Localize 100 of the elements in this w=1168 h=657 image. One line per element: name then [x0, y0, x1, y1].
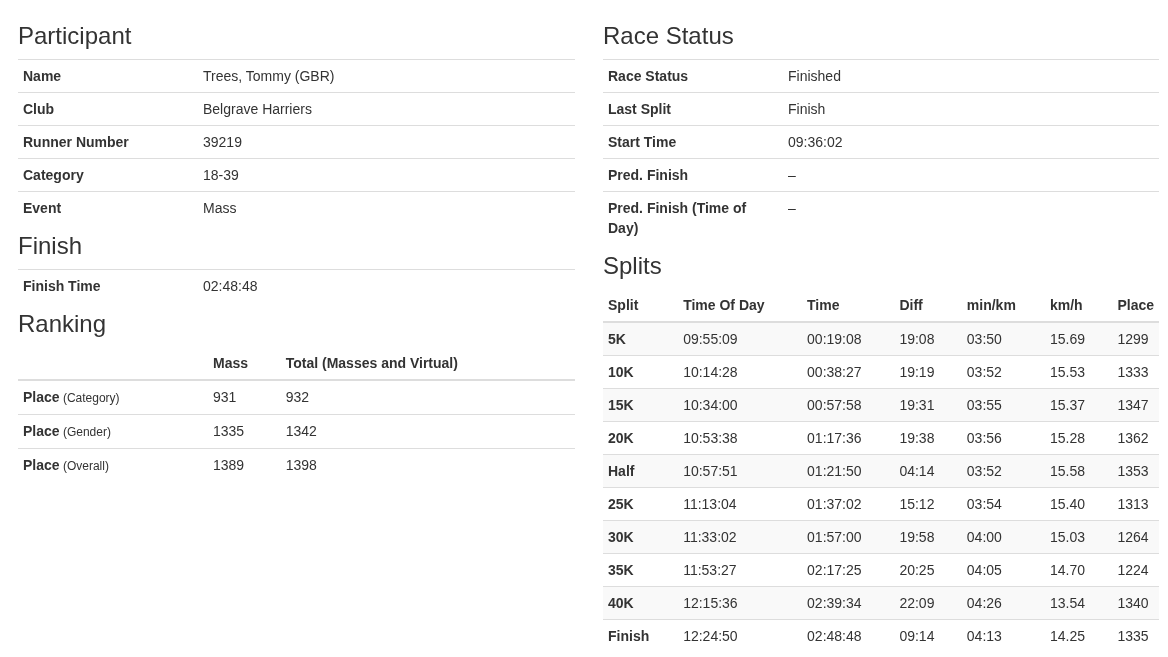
table-cell: 1347 — [1112, 388, 1159, 422]
table-cell: 1264 — [1112, 520, 1159, 554]
table-cell: 5K — [603, 322, 679, 356]
table-cell: 02:39:34 — [802, 586, 895, 620]
row-label: Place (Overall) — [18, 448, 208, 482]
table-cell: 02:17:25 — [802, 553, 895, 587]
field-value: 18-39 — [198, 158, 575, 192]
table-cell: 04:26 — [961, 586, 1045, 620]
field-value: 02:48:48 — [198, 269, 575, 302]
table-cell: 01:21:50 — [802, 454, 895, 488]
field-label: Finish Time — [18, 269, 198, 302]
table-cell: 10K — [603, 355, 679, 389]
table-cell: Finish — [603, 619, 679, 652]
table-cell: 00:19:08 — [802, 322, 895, 356]
table-cell: 04:13 — [961, 619, 1045, 652]
table-cell: 02:48:48 — [802, 619, 895, 652]
field-value: – — [783, 158, 1159, 192]
table-cell: 00:38:27 — [802, 355, 895, 389]
table-cell: 1333 — [1112, 355, 1159, 389]
table-cell: 1340 — [1112, 586, 1159, 620]
table-cell: 03:52 — [961, 355, 1045, 389]
row-label: Place (Gender) — [18, 414, 208, 449]
table-cell: 25K — [603, 487, 679, 521]
field-label: Event — [18, 191, 198, 224]
table-cell: 1224 — [1112, 553, 1159, 587]
table-cell: 1313 — [1112, 487, 1159, 521]
table-cell: 04:14 — [894, 454, 962, 488]
table-cell: 15.58 — [1044, 454, 1113, 488]
table-cell: 1299 — [1112, 322, 1159, 356]
field-label: Start Time — [603, 125, 783, 159]
table-cell: 931 — [208, 380, 281, 415]
field-label: Name — [18, 59, 198, 93]
table-cell: 03:56 — [961, 421, 1045, 455]
section-title: Race Status — [603, 22, 735, 50]
table-cell: Half — [603, 454, 679, 488]
field-label: Pred. Finish (Time of Day) — [603, 191, 783, 244]
field-value: – — [783, 191, 1159, 244]
table-cell: 15:12 — [894, 487, 962, 521]
table-cell: 14.70 — [1044, 553, 1113, 587]
table-cell: 11:13:04 — [678, 487, 803, 521]
table-cell: 15.69 — [1044, 322, 1113, 356]
field-value: Trees, Tommy (GBR) — [198, 59, 575, 93]
table-cell: 19:31 — [894, 388, 962, 422]
table-cell: 09:55:09 — [678, 322, 803, 356]
table-cell: 00:57:58 — [802, 388, 895, 422]
field-label: Race Status — [603, 59, 783, 93]
table-cell: 03:55 — [961, 388, 1045, 422]
table-cell: 932 — [280, 380, 575, 415]
table-cell: 19:19 — [894, 355, 962, 389]
table-cell: 15.03 — [1044, 520, 1113, 554]
section-title: Finish — [18, 232, 84, 260]
table-cell: 01:57:00 — [802, 520, 895, 554]
table-cell: 40K — [603, 586, 679, 620]
table-cell: 1362 — [1112, 421, 1159, 455]
table-cell: 14.25 — [1044, 619, 1113, 652]
column-header: Total (Masses and Virtual) — [280, 347, 575, 380]
table-cell: 10:53:38 — [678, 421, 803, 455]
row-label: Place (Category) — [18, 380, 208, 415]
field-label: Last Split — [603, 92, 783, 126]
table-cell: 04:05 — [961, 553, 1045, 587]
field-label: Pred. Finish — [603, 158, 783, 192]
table-cell: 15.53 — [1044, 355, 1113, 389]
table-cell: 30K — [603, 520, 679, 554]
field-value: 09:36:02 — [783, 125, 1159, 159]
table-cell: 15K — [603, 388, 679, 422]
table-cell: 13.54 — [1044, 586, 1113, 620]
table-cell: 15.40 — [1044, 487, 1113, 521]
field-label: Runner Number — [18, 125, 198, 159]
table-cell: 1353 — [1112, 454, 1159, 488]
table-cell: 09:14 — [894, 619, 962, 652]
field-value: Belgrave Harriers — [198, 92, 575, 126]
table-cell: 03:50 — [961, 322, 1045, 356]
table-cell: 20K — [603, 421, 679, 455]
table-cell: 15.37 — [1044, 388, 1113, 422]
table-cell: 19:58 — [894, 520, 962, 554]
field-value: Mass — [198, 191, 575, 224]
table-cell: 01:17:36 — [802, 421, 895, 455]
table-cell: 12:15:36 — [678, 586, 803, 620]
table-cell: 10:14:28 — [678, 355, 803, 389]
table-cell: 01:37:02 — [802, 487, 895, 521]
table-cell: 35K — [603, 553, 679, 587]
table-cell: 19:08 — [894, 322, 962, 356]
field-value: 39219 — [198, 125, 575, 159]
section-title: Participant — [18, 22, 133, 50]
table-cell: 12:24:50 — [678, 619, 803, 652]
column-header: Mass — [208, 347, 281, 380]
table-cell: 1342 — [280, 414, 575, 449]
table-cell: 03:52 — [961, 454, 1045, 488]
section-title: Splits — [603, 252, 663, 280]
field-label: Club — [18, 92, 198, 126]
field-label: Category — [18, 158, 198, 192]
table-cell: 11:53:27 — [678, 553, 803, 587]
section-title: Ranking — [18, 310, 108, 338]
table-cell: 19:38 — [894, 421, 962, 455]
table-cell: 1389 — [208, 448, 281, 482]
table-cell: 15.28 — [1044, 421, 1113, 455]
table-cell: 10:34:00 — [678, 388, 803, 422]
field-value: Finished — [783, 59, 1159, 93]
field-value: Finish — [783, 92, 1159, 126]
table-cell: 11:33:02 — [678, 520, 803, 554]
